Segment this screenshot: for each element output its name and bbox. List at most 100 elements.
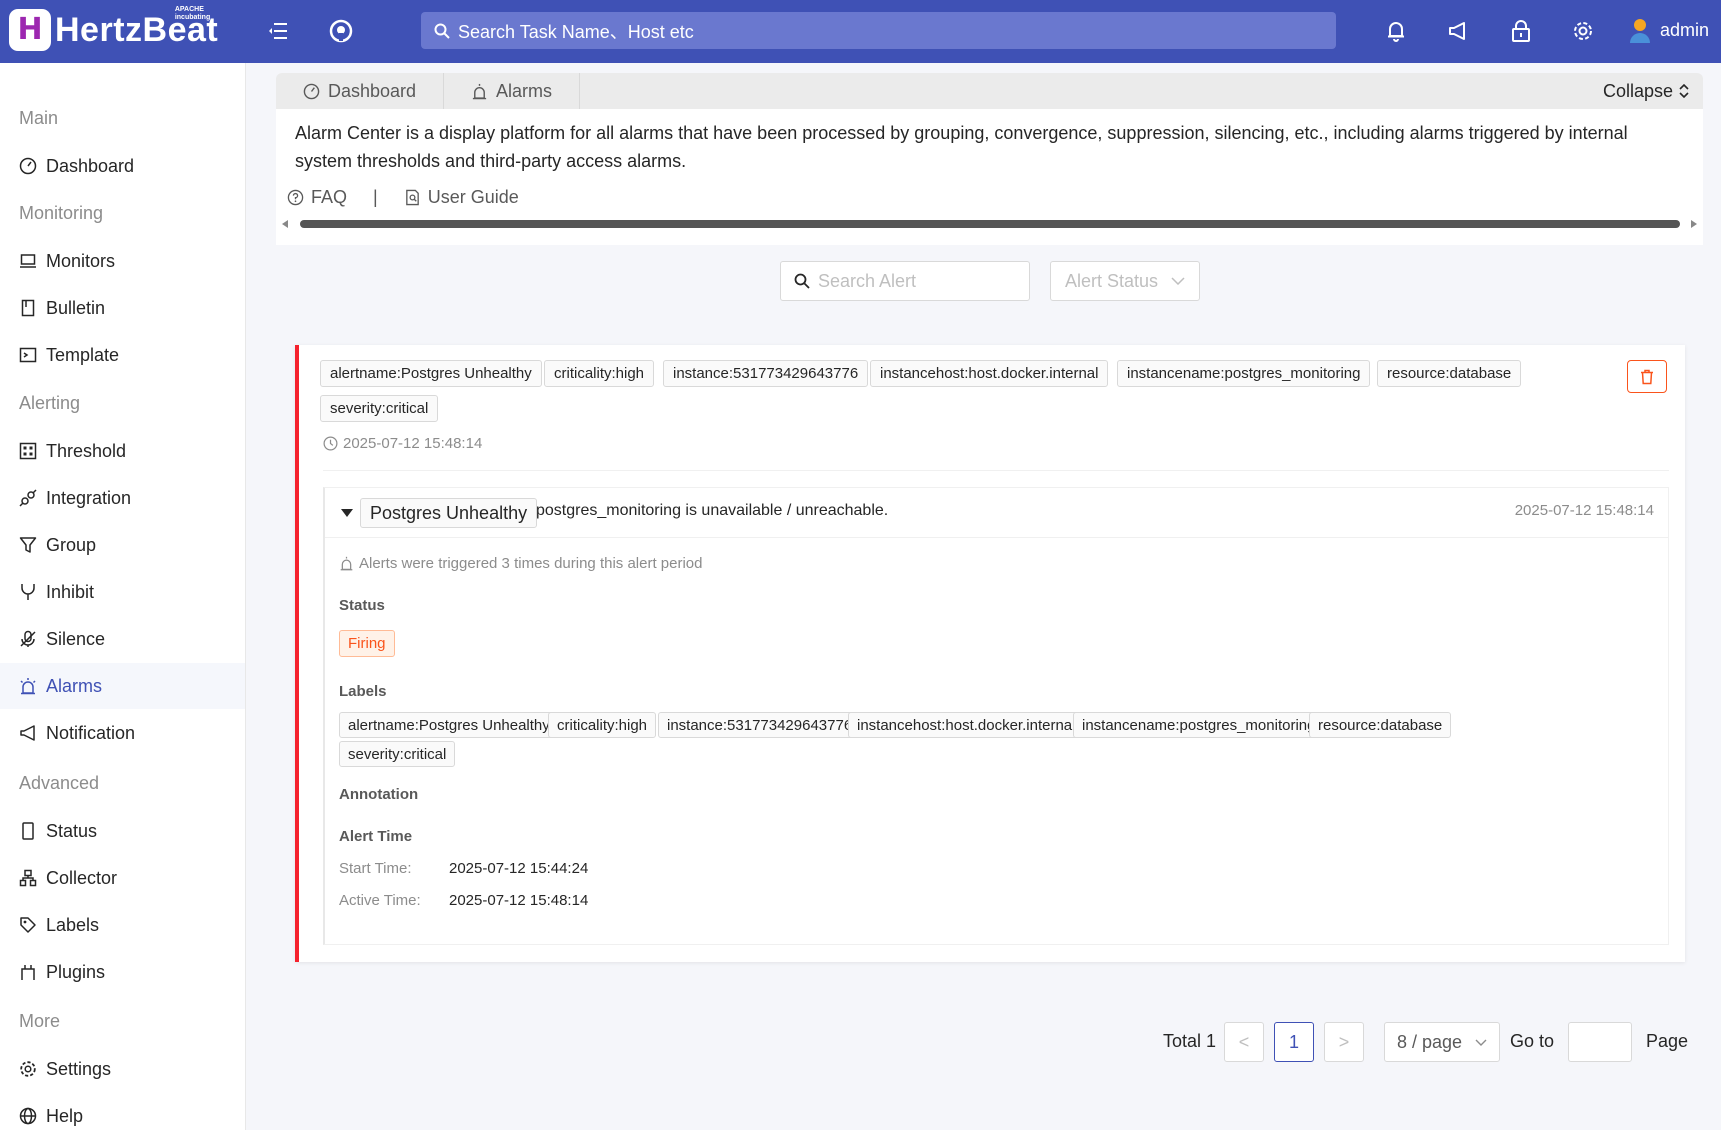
user-menu[interactable]: admin [1628, 17, 1709, 43]
logo-incubating-badge: APACHE incubating [174, 6, 211, 21]
info-panel: Alarm Center is a display platform for a… [276, 109, 1703, 245]
sound-icon [19, 724, 37, 742]
pagination-prev-button[interactable]: < [1224, 1022, 1264, 1062]
dashboard-icon [19, 157, 37, 175]
status-section-title: Status [339, 597, 385, 614]
delete-icon [1641, 369, 1653, 384]
sidebar-item-plugins[interactable]: Plugins [0, 949, 245, 995]
menu-fold-icon[interactable] [263, 16, 293, 46]
detail-label-tag: severity:critical [339, 741, 456, 767]
alarm-icon [472, 83, 487, 99]
file-search-icon [405, 189, 419, 206]
github-icon[interactable] [326, 16, 356, 46]
active-time-value: 2025-07-12 15:48:14 [449, 892, 589, 909]
active-time-label: Active Time: [339, 892, 421, 909]
scrollbar-thumb[interactable] [300, 220, 1680, 228]
help-links: FAQ | User Guide [287, 187, 519, 208]
laptop-icon [19, 252, 37, 270]
pagination-total: Total 1 [1163, 1031, 1217, 1051]
api-icon [19, 489, 37, 507]
bell-icon[interactable] [1381, 16, 1411, 46]
alert-label-tag: severity:critical [320, 395, 439, 422]
alert-label-tag: instancename:postgres_monitoring [1117, 360, 1371, 387]
search-icon [434, 23, 450, 39]
sidebar-group-more: More [19, 1011, 61, 1031]
mute-icon [19, 630, 37, 648]
alert-label-tag: criticality:high [544, 360, 655, 387]
detail-label-tag: resource:database [1309, 712, 1452, 738]
alert-search-input[interactable]: Search Alert [780, 261, 1030, 301]
fork-icon [19, 583, 37, 601]
card-divider [323, 470, 1669, 471]
alert-detail-panel: Postgres Unhealthy postgres_monitoring i… [323, 487, 1669, 945]
sidebar-item-group[interactable]: Group [0, 522, 245, 568]
tab-alarms[interactable]: Alarms [444, 73, 580, 109]
pagination-page-1[interactable]: 1 [1274, 1022, 1314, 1062]
alarm-icon [340, 556, 353, 571]
chevron-down-icon [1171, 277, 1185, 285]
alert-label-tag: instancehost:host.docker.internal [870, 360, 1109, 387]
sidebar-item-integration[interactable]: Integration [0, 475, 245, 521]
link-separator: | [373, 187, 378, 207]
tab-dashboard[interactable]: Dashboard [276, 73, 444, 109]
alert-card: alertname:Postgres Unhealthy criticality… [295, 345, 1685, 962]
sidebar-item-collector[interactable]: Collector [0, 855, 245, 901]
global-search-input[interactable]: Search Task Name、Host etc [421, 12, 1336, 49]
horizontal-scrollbar[interactable] [282, 218, 1697, 230]
scroll-right-arrow[interactable] [1691, 220, 1697, 228]
sidebar-group-advanced: Advanced [19, 773, 100, 793]
filter-icon [19, 536, 37, 554]
collapse-toggle[interactable]: Collapse [1603, 73, 1689, 109]
mobile-icon [19, 822, 37, 840]
goto-page-input[interactable] [1568, 1022, 1632, 1062]
sidebar-item-status[interactable]: Status [0, 808, 245, 854]
user-guide-link[interactable]: User Guide [404, 187, 519, 208]
sidebar-item-inhibit[interactable]: Inhibit [0, 569, 245, 615]
plugin-icon [19, 963, 37, 981]
lock-icon[interactable] [1506, 16, 1536, 46]
page-size-select[interactable]: 8 / page [1384, 1022, 1500, 1062]
start-time-value: 2025-07-12 15:44:24 [449, 860, 589, 877]
detail-label-tag: instancehost:host.docker.internal [848, 712, 1085, 738]
chevron-down-icon [1475, 1039, 1487, 1046]
alarm-center-description: Alarm Center is a display platform for a… [295, 123, 1628, 171]
app-logo[interactable]: H HertzBeat APACHE incubating [9, 6, 218, 51]
sidebar-group-alerting: Alerting [19, 393, 81, 413]
detail-label-tag: instancename:postgres_monitoring [1073, 712, 1325, 738]
alert-status-select[interactable]: Alert Status [1050, 261, 1200, 301]
sidebar-item-settings[interactable]: Settings [0, 1046, 245, 1092]
alert-timestamp: 2025-07-12 15:48:14 [323, 435, 482, 452]
sidebar-item-silence[interactable]: Silence [0, 616, 245, 662]
sidebar-item-notification[interactable]: Notification [0, 710, 245, 756]
pagination-next-button[interactable]: > [1324, 1022, 1364, 1062]
sidebar-item-dashboard[interactable]: Dashboard [0, 143, 245, 189]
notification-sound-icon[interactable] [1443, 16, 1473, 46]
alert-message: postgres_monitoring is unavailable / unr… [536, 502, 889, 519]
detail-label-tag: alertname:Postgres Unhealthy [339, 712, 559, 738]
page-label: Page [1646, 1031, 1689, 1051]
sidebar-item-alarms[interactable]: Alarms [0, 663, 245, 709]
sidebar-item-bulletin[interactable]: Bulletin [0, 285, 245, 331]
detail-label-tag: criticality:high [548, 712, 657, 738]
sidebar-group-main: Main [19, 108, 59, 128]
faq-link[interactable]: FAQ [287, 187, 347, 208]
cluster-icon [19, 869, 37, 887]
delete-alert-button[interactable] [1627, 360, 1667, 393]
dashboard-icon [303, 83, 320, 99]
sidebar-item-template[interactable]: Template [0, 332, 245, 378]
sidebar-group-monitoring: Monitoring [19, 203, 104, 223]
sidebar-item-monitors[interactable]: Monitors [0, 238, 245, 284]
sidebar-item-help[interactable]: Help [0, 1093, 245, 1130]
trigger-count-note: Alerts were triggered 3 times during thi… [339, 555, 703, 572]
scroll-left-arrow[interactable] [282, 220, 288, 228]
sidebar-item-labels[interactable]: Labels [0, 902, 245, 948]
alert-time-section-title: Alert Time [339, 828, 413, 845]
sidebar-item-threshold[interactable]: Threshold [0, 428, 245, 474]
annotation-section-title: Annotation [339, 786, 419, 803]
alert-detail-header[interactable]: Postgres Unhealthy postgres_monitoring i… [325, 488, 1668, 538]
expand-collapse-icon [1679, 84, 1689, 98]
gear-icon[interactable] [1568, 16, 1598, 46]
tag-icon [19, 916, 37, 934]
book-icon [19, 299, 37, 317]
caret-down-icon[interactable] [341, 509, 353, 517]
